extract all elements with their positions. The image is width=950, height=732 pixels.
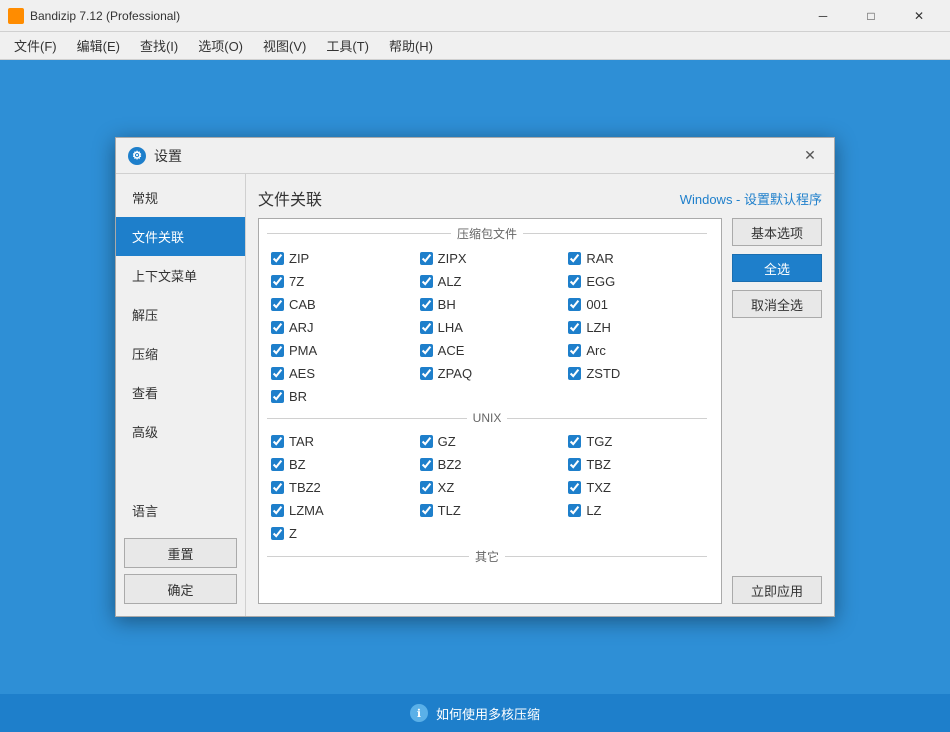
checkbox-egg[interactable]: EGG — [564, 271, 713, 292]
checkbox-tbz[interactable]: TBZ — [564, 454, 713, 475]
unix-grid: TAR GZ TGZ BZ BZ2 TBZ TBZ2 XZ TXZ LZMA T — [259, 429, 721, 546]
checkbox-lz[interactable]: LZ — [564, 500, 713, 521]
checkbox-z[interactable]: Z — [267, 523, 416, 544]
sidebar-item-language[interactable]: 语言 — [116, 491, 245, 530]
menu-options[interactable]: 选项(O) — [188, 32, 253, 59]
menu-file[interactable]: 文件(F) — [4, 32, 67, 59]
basic-options-button[interactable]: 基本选项 — [732, 218, 822, 246]
checkbox-alz[interactable]: ALZ — [416, 271, 565, 292]
checkbox-zpaq[interactable]: ZPAQ — [416, 363, 565, 384]
content-header: 文件关联 Windows - 设置默认程序 — [258, 186, 822, 210]
other-grid — [259, 569, 721, 573]
content-area: 文件关联 Windows - 设置默认程序 压缩包文件 ZIP — [246, 174, 834, 616]
content-and-buttons: 压缩包文件 ZIP ZIPX RAR 7Z ALZ EGG CAB BH — [258, 218, 822, 604]
checkbox-tlz[interactable]: TLZ — [416, 500, 565, 521]
sidebar-item-view[interactable]: 查看 — [116, 373, 245, 412]
dialog-icon: ⚙ — [128, 147, 146, 165]
checkbox-001[interactable]: 001 — [564, 294, 713, 315]
dialog-title-bar: ⚙ 设置 ✕ — [116, 138, 834, 174]
main-area: ⚙ 设置 ✕ 常规 文件关联 上下文菜单 解压 压缩 查看 高级 语言 重置 确… — [0, 60, 950, 694]
checkbox-bz2[interactable]: BZ2 — [416, 454, 565, 475]
checkbox-txz[interactable]: TXZ — [564, 477, 713, 498]
select-all-button[interactable]: 全选 — [732, 254, 822, 282]
checkbox-rar[interactable]: RAR — [564, 248, 713, 269]
checkbox-zipx[interactable]: ZIPX — [416, 248, 565, 269]
archive-grid: ZIP ZIPX RAR 7Z ALZ EGG CAB BH 001 ARJ L — [259, 246, 721, 409]
checkbox-lzma[interactable]: LZMA — [267, 500, 416, 521]
minimize-button[interactable]: ─ — [800, 0, 846, 32]
content-title: 文件关联 — [258, 186, 322, 210]
checkbox-tgz[interactable]: TGZ — [564, 431, 713, 452]
checkbox-tar[interactable]: TAR — [267, 431, 416, 452]
dialog-close-button[interactable]: ✕ — [798, 144, 822, 168]
sidebar-item-general[interactable]: 常规 — [116, 178, 245, 217]
app-icon — [8, 8, 24, 24]
sidebar-item-file-association[interactable]: 文件关联 — [116, 217, 245, 256]
bottom-bar-text: 如何使用多核压缩 — [436, 704, 540, 723]
menu-bar: 文件(F) 编辑(E) 查找(I) 选项(O) 视图(V) 工具(T) 帮助(H… — [0, 32, 950, 60]
settings-sidebar: 常规 文件关联 上下文菜单 解压 压缩 查看 高级 语言 重置 确定 — [116, 174, 246, 616]
file-list-inner: 压缩包文件 ZIP ZIPX RAR 7Z ALZ EGG CAB BH — [259, 219, 721, 603]
title-bar: Bandizip 7.12 (Professional) ─ □ ✕ — [0, 0, 950, 32]
checkbox-zip[interactable]: ZIP — [267, 248, 416, 269]
checkbox-bh[interactable]: BH — [416, 294, 565, 315]
info-icon: ℹ — [410, 704, 428, 722]
bottom-bar: ℹ 如何使用多核压缩 — [0, 694, 950, 732]
checkbox-aes[interactable]: AES — [267, 363, 416, 384]
confirm-button[interactable]: 确定 — [124, 574, 237, 604]
checkbox-7z[interactable]: 7Z — [267, 271, 416, 292]
maximize-button[interactable]: □ — [848, 0, 894, 32]
checkbox-gz[interactable]: GZ — [416, 431, 565, 452]
menu-view[interactable]: 视图(V) — [253, 32, 316, 59]
sidebar-item-compress[interactable]: 压缩 — [116, 334, 245, 373]
menu-search[interactable]: 查找(I) — [130, 32, 188, 59]
dialog-body: 常规 文件关联 上下文菜单 解压 压缩 查看 高级 语言 重置 确定 文件关联 … — [116, 174, 834, 616]
checkbox-br[interactable]: BR — [267, 386, 416, 407]
close-button[interactable]: ✕ — [896, 0, 942, 32]
sidebar-item-advanced[interactable]: 高级 — [116, 412, 245, 451]
checkbox-arj[interactable]: ARJ — [267, 317, 416, 338]
window-controls: ─ □ ✕ — [800, 0, 942, 32]
checkbox-pma[interactable]: PMA — [267, 340, 416, 361]
checkbox-arc[interactable]: Arc — [564, 340, 713, 361]
app-title: Bandizip 7.12 (Professional) — [30, 9, 800, 23]
sidebar-buttons: 重置 确定 — [116, 530, 245, 612]
section-other: 其它 — [259, 546, 721, 569]
checkbox-tbz2[interactable]: TBZ2 — [267, 477, 416, 498]
checkbox-cab[interactable]: CAB — [267, 294, 416, 315]
menu-help[interactable]: 帮助(H) — [379, 32, 443, 59]
checkbox-lzh[interactable]: LZH — [564, 317, 713, 338]
reset-button[interactable]: 重置 — [124, 538, 237, 568]
settings-dialog: ⚙ 设置 ✕ 常规 文件关联 上下文菜单 解压 压缩 查看 高级 语言 重置 确… — [115, 137, 835, 617]
checkbox-xz[interactable]: XZ — [416, 477, 565, 498]
section-unix: UNIX — [259, 409, 721, 429]
file-list-container: 压缩包文件 ZIP ZIPX RAR 7Z ALZ EGG CAB BH — [258, 218, 722, 604]
deselect-all-button[interactable]: 取消全选 — [732, 290, 822, 318]
section-archive: 压缩包文件 — [259, 223, 721, 246]
apply-button[interactable]: 立即应用 — [732, 576, 822, 604]
checkbox-ace[interactable]: ACE — [416, 340, 565, 361]
menu-tools[interactable]: 工具(T) — [316, 32, 379, 59]
right-button-panel: 基本选项 全选 取消全选 立即应用 — [722, 218, 822, 604]
menu-edit[interactable]: 编辑(E) — [67, 32, 130, 59]
checkbox-zstd[interactable]: ZSTD — [564, 363, 713, 384]
sidebar-item-extract[interactable]: 解压 — [116, 295, 245, 334]
checkbox-lha[interactable]: LHA — [416, 317, 565, 338]
windows-default-link[interactable]: Windows - 设置默认程序 — [680, 189, 822, 208]
dialog-title: 设置 — [154, 146, 798, 166]
sidebar-item-context-menu[interactable]: 上下文菜单 — [116, 256, 245, 295]
checkbox-bz[interactable]: BZ — [267, 454, 416, 475]
